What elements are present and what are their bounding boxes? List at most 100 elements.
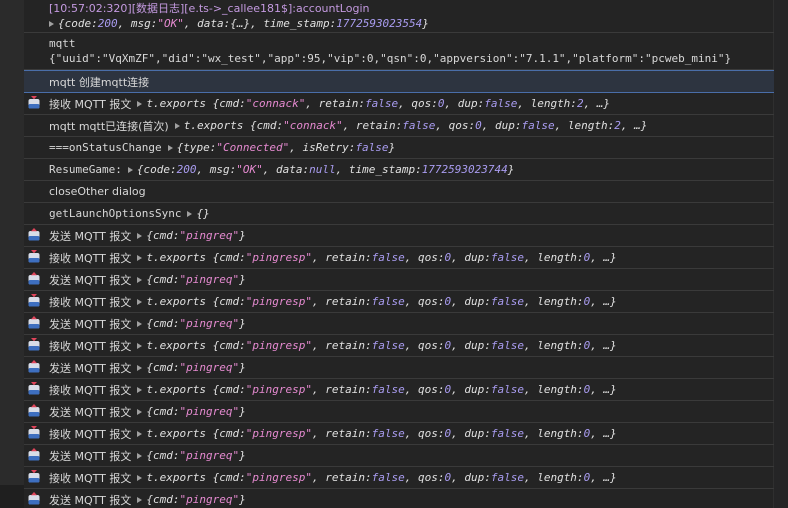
log-entry-mqtt-receive[interactable]: 接收 MQTT 报文 t.exports {cmd: "pingresp", re… xyxy=(24,467,774,489)
retain-value: false xyxy=(371,471,405,484)
mqtt-label: 接收 MQTT 报文 xyxy=(49,251,132,265)
log-entry-mqtt-send[interactable]: 发送 MQTT 报文 {cmd: "pingreq"} xyxy=(24,445,774,467)
log-entry-mqtt-send[interactable]: 发送 MQTT 报文 {cmd: "pingreq"} xyxy=(24,313,774,335)
object-preview-tail: , …} xyxy=(590,251,617,264)
expand-triangle-icon[interactable] xyxy=(137,386,143,393)
expand-triangle-icon[interactable] xyxy=(187,210,193,217)
mqtt-receive-icon xyxy=(28,382,40,395)
object-key: , retain: xyxy=(311,427,372,440)
expand-triangle-icon[interactable] xyxy=(137,232,143,239)
log-entry-launch-options[interactable]: getLaunchOptionsSync {} xyxy=(24,203,774,225)
expand-triangle-icon[interactable] xyxy=(137,254,143,261)
expand-triangle-icon[interactable] xyxy=(137,342,143,349)
code-value: 200 xyxy=(176,163,197,176)
expand-triangle-icon[interactable] xyxy=(137,496,143,503)
expand-triangle-icon[interactable] xyxy=(137,364,143,371)
object-key: {code: xyxy=(136,163,177,176)
mqtt-send-icon xyxy=(28,228,40,241)
object-key: , dup: xyxy=(481,119,522,132)
length-value: 2 xyxy=(614,119,621,132)
expand-triangle-icon[interactable] xyxy=(137,100,143,107)
log-entry-mqtt-receive[interactable]: 接收 MQTT 报文 t.exports {cmd: "pingresp", re… xyxy=(24,379,774,401)
mqtt-label: 接收 MQTT 报文 xyxy=(49,339,132,353)
mqtt-label: 发送 MQTT 报文 xyxy=(49,405,132,419)
expand-triangle-icon[interactable] xyxy=(127,166,133,173)
mqtt-label: 接收 MQTT 报文 xyxy=(49,471,132,485)
object-key: } xyxy=(239,273,246,286)
log-entry-mqtt-send[interactable]: 发送 MQTT 报文 {cmd: "pingreq"} xyxy=(24,269,774,291)
log-entry-mqtt-receive[interactable]: 接收 MQTT 报文 t.exports {cmd: "pingresp", re… xyxy=(24,335,774,357)
object-key: {cmd: xyxy=(146,229,180,242)
object-key: , retain: xyxy=(311,383,372,396)
cmd-value: "pingreq" xyxy=(179,449,240,462)
object-key: } xyxy=(239,493,246,506)
object-key: , dup: xyxy=(451,427,491,440)
object-key: , retain: xyxy=(342,119,403,132)
expand-triangle-icon[interactable] xyxy=(137,408,143,415)
mqtt-send-icon xyxy=(28,492,40,505)
mqtt-label: 发送 MQTT 报文 xyxy=(49,361,132,375)
expand-triangle-icon[interactable] xyxy=(137,452,143,459)
mqtt-send-icon xyxy=(28,272,40,285)
qos-value: 0 xyxy=(444,471,452,484)
object-key: } xyxy=(239,317,246,330)
log-entry-mqtt-send[interactable]: 发送 MQTT 报文 {cmd: "pingreq"} xyxy=(24,401,774,423)
object-key: {cmd: xyxy=(146,273,180,286)
log-text: ResumeGame: xyxy=(49,163,122,176)
expand-triangle-icon[interactable] xyxy=(167,144,173,151)
log-entry[interactable]: closeOther dialog xyxy=(24,181,774,203)
log-entry-mqtt-receive[interactable]: 接收 MQTT 报文 t.exports {cmd: "connack", ret… xyxy=(24,93,774,115)
mqtt-label: 接收 MQTT 报文 xyxy=(49,427,132,441)
expand-triangle-icon[interactable] xyxy=(137,430,143,437)
object-key: , dup: xyxy=(451,339,491,352)
log-entry-mqtt-send[interactable]: 发送 MQTT 报文 {cmd: "pingreq"} xyxy=(24,225,774,247)
mqtt-send-icon xyxy=(28,404,40,417)
dup-value: false xyxy=(490,427,524,440)
object-key: , qos: xyxy=(404,295,445,308)
log-entry-status-change[interactable]: ===onStatusChange {type: "Connected", isR… xyxy=(24,137,774,159)
log-entry-mqtt-receive[interactable]: 接收 MQTT 报文 t.exports {cmd: "pingresp", re… xyxy=(24,291,774,313)
retain-value: false xyxy=(371,295,405,308)
cmd-value: "pingreq" xyxy=(179,405,240,418)
qos-value: 0 xyxy=(444,383,452,396)
retain-value: false xyxy=(364,97,399,110)
object-key: } xyxy=(239,405,246,418)
cmd-value: "pingreq" xyxy=(179,229,240,242)
log-entry-mqtt-receive[interactable]: 接收 MQTT 报文 t.exports {cmd: "pingresp", re… xyxy=(24,423,774,445)
object-key: {cmd: xyxy=(146,317,180,330)
retain-value: false xyxy=(371,339,405,352)
log-entry-resume-game[interactable]: ResumeGame: {code: 200, msg: "OK", data: … xyxy=(24,159,774,181)
log-entry-mqtt-send[interactable]: 发送 MQTT 报文 {cmd: "pingreq"} xyxy=(24,489,774,508)
object-preview-head: t.exports {cmd: xyxy=(146,427,246,440)
expand-triangle-icon[interactable] xyxy=(174,122,180,129)
log-entry-mqtt-send[interactable]: 发送 MQTT 报文 {cmd: "pingreq"} xyxy=(24,357,774,379)
object-preview-head: t.exports {cmd: xyxy=(146,295,246,308)
timestamp-value: 1772593023744 xyxy=(421,163,508,176)
log-header: [10:57:02:320][数据日志][e.ts->_callee181$]:… xyxy=(49,2,370,15)
object-key: {cmd: xyxy=(146,361,180,374)
dup-value: false xyxy=(490,295,524,308)
object-key: , data: xyxy=(262,163,310,176)
scrollbar-track[interactable] xyxy=(773,0,788,508)
expand-triangle-icon[interactable] xyxy=(137,474,143,481)
log-entry[interactable]: mqtt 创建mqtt连接 xyxy=(24,70,774,93)
msg-value: "OK" xyxy=(236,163,263,176)
cmd-value: "pingresp" xyxy=(245,295,312,308)
expand-triangle-icon[interactable] xyxy=(137,298,143,305)
object-key: , isRetry: xyxy=(289,141,356,154)
log-entry-mqtt-config[interactable]: mqtt {"uuid":"VqXmZF","did":"wx_test","ap… xyxy=(24,33,774,70)
object-key: , dup: xyxy=(451,295,491,308)
expand-triangle-icon[interactable] xyxy=(49,20,54,27)
qos-value: 0 xyxy=(444,295,452,308)
object-preview-tail: , …} xyxy=(620,119,648,132)
expand-triangle-icon[interactable] xyxy=(137,276,143,283)
expand-triangle-icon[interactable] xyxy=(137,320,143,327)
log-entry-account-login[interactable]: [10:57:02:320][数据日志][e.ts->_callee181$]:… xyxy=(24,0,774,33)
object-key: , retain: xyxy=(311,339,372,352)
length-value: 0 xyxy=(583,251,591,264)
log-entry-mqtt-receive[interactable]: 接收 MQTT 报文 t.exports {cmd: "pingresp", re… xyxy=(24,247,774,269)
object-key: , dup: xyxy=(451,251,491,264)
qos-value: 0 xyxy=(444,427,452,440)
log-entry-mqtt-connected[interactable]: mqtt mqtt已连接(首次) t.exports {cmd: "connack… xyxy=(24,115,774,137)
object-preview-head: t.exports {cmd: xyxy=(183,119,284,132)
